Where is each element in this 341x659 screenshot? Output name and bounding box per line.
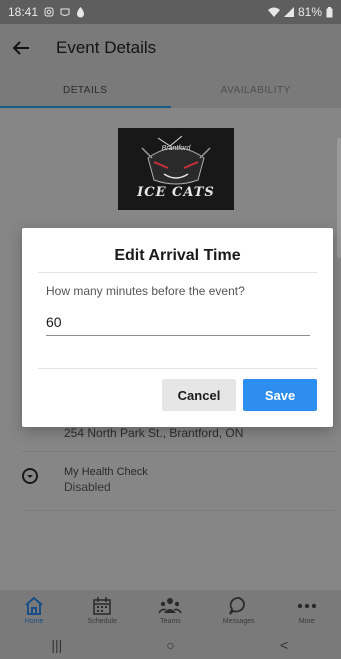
- nav-teams[interactable]: Teams: [140, 595, 200, 625]
- health-check-title: My Health Check: [64, 466, 148, 478]
- minutes-prompt: How many minutes before the event?: [46, 284, 245, 298]
- dialog-divider: [38, 368, 317, 369]
- logo-brand: Brantford: [161, 145, 191, 152]
- fire-notification-icon: [76, 6, 85, 18]
- home-button[interactable]: ○: [150, 637, 190, 653]
- health-check-row[interactable]: My Health Check Disabled: [22, 458, 322, 508]
- signal-icon: [283, 7, 294, 17]
- save-button[interactable]: Save: [243, 379, 317, 411]
- status-time: 18:41: [8, 5, 39, 19]
- wifi-icon: [267, 7, 280, 17]
- back-button[interactable]: <: [264, 637, 304, 653]
- more-dots-icon: [295, 595, 319, 617]
- system-nav-bar: ||| ○ <: [0, 630, 341, 659]
- recents-button[interactable]: |||: [37, 637, 77, 653]
- chat-bubble-icon: [227, 595, 251, 617]
- page-title: Event Details: [56, 38, 157, 57]
- nav-home-label: Home: [24, 618, 44, 625]
- calendar-icon: [90, 595, 114, 617]
- teams-icon: [158, 595, 183, 617]
- nav-messages-label: Messages: [222, 618, 255, 625]
- instagram-notification-icon: [44, 7, 54, 17]
- tab-details[interactable]: DETAILS: [0, 72, 171, 108]
- battery-icon: [326, 6, 333, 18]
- health-check-status: Disabled: [64, 480, 111, 494]
- logo-name: ICE CATS: [137, 185, 215, 200]
- app-notification-icon: [60, 7, 70, 17]
- home-icon: [22, 595, 46, 617]
- nav-more-label: More: [298, 618, 315, 625]
- minutes-input[interactable]: [46, 308, 310, 336]
- nav-schedule[interactable]: Schedule: [72, 595, 132, 625]
- battery-percent: 81%: [297, 5, 322, 19]
- divider: [22, 451, 335, 452]
- health-check-icon: [22, 468, 40, 486]
- dialog-title: Edit Arrival Time: [114, 247, 241, 264]
- dialog-divider: [38, 272, 317, 273]
- app-bar: Event Details: [0, 24, 341, 72]
- tab-bar: DETAILS AVAILABILITY: [0, 72, 341, 108]
- back-arrow-icon[interactable]: [12, 37, 34, 59]
- nav-more[interactable]: More: [277, 595, 337, 625]
- cancel-button[interactable]: Cancel: [162, 379, 236, 411]
- nav-schedule-label: Schedule: [87, 618, 117, 625]
- tab-availability[interactable]: AVAILABILITY: [171, 72, 341, 108]
- edit-arrival-time-dialog: Edit Arrival Time How many minutes befor…: [22, 228, 333, 427]
- bottom-nav: Home Schedule Teams Messages More: [0, 590, 341, 630]
- divider: [22, 510, 335, 511]
- event-address: 254 North Park St., Brantford, ON: [64, 426, 244, 440]
- team-logo: Brantford ICE CATS: [118, 128, 234, 210]
- scrollbar[interactable]: [337, 138, 341, 258]
- nav-home[interactable]: Home: [4, 595, 64, 625]
- nav-messages[interactable]: Messages: [209, 595, 269, 625]
- status-bar: 18:41 81%: [0, 0, 341, 24]
- nav-teams-label: Teams: [160, 618, 181, 625]
